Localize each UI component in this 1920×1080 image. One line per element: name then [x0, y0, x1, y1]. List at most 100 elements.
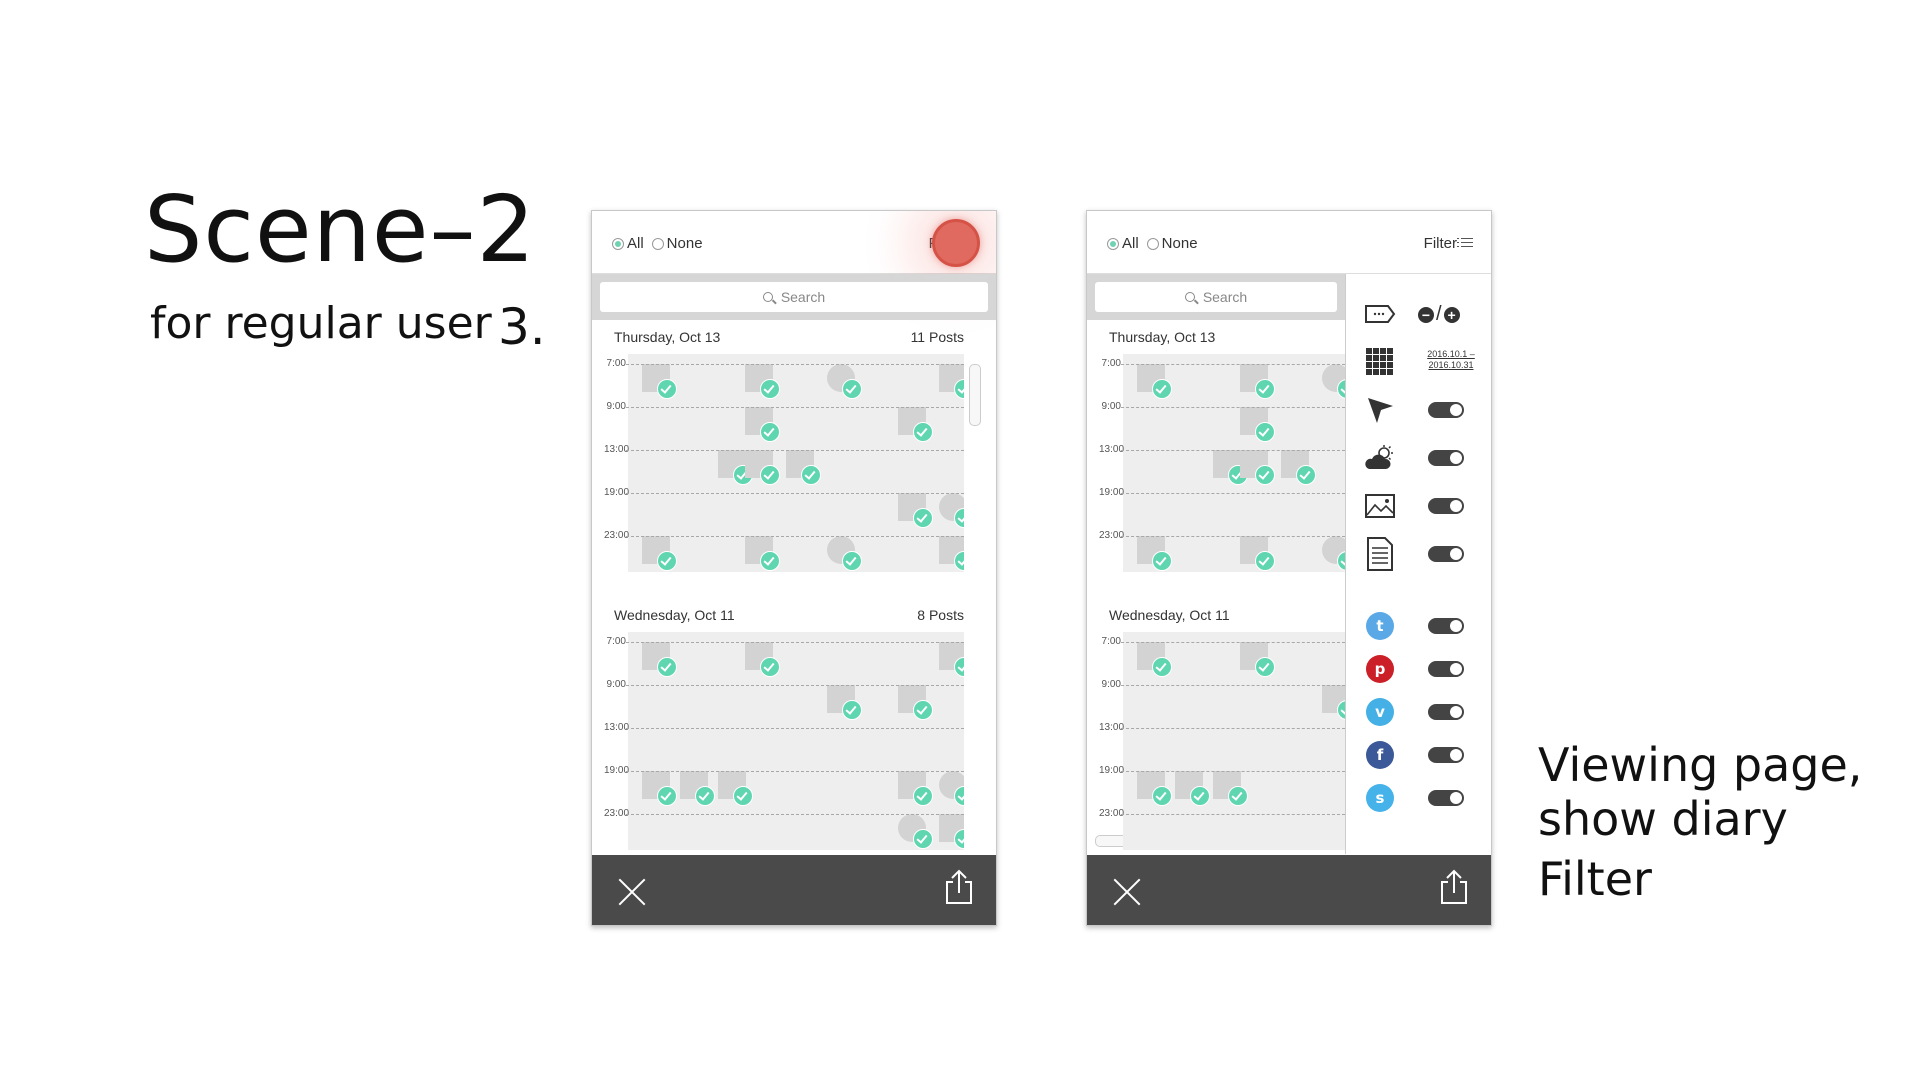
check-icon: [801, 465, 821, 485]
search-input[interactable]: Search: [600, 282, 988, 312]
search-bar-area: Search: [592, 274, 996, 320]
hour-gridline: [1121, 450, 1345, 451]
pinterest-icon: p: [1366, 655, 1394, 683]
hour-label: 9:00: [606, 679, 626, 690]
skype-toggle[interactable]: [1428, 790, 1464, 806]
facebook-toggle[interactable]: [1428, 747, 1464, 763]
vertical-scrollbar[interactable]: [969, 364, 981, 426]
filter-panel: − / + 2016.10.1 – 2016.10.31 t p v f s: [1345, 274, 1491, 854]
caption-line-2: show diary: [1538, 792, 1788, 846]
hour-label: 13:00: [604, 444, 630, 455]
caption-line-1: Viewing page,: [1538, 738, 1863, 792]
filter-button[interactable]: Filter: [1424, 235, 1457, 252]
scene-subtitle: for regular user: [150, 298, 492, 349]
top-bar: All None Filter: [592, 211, 996, 274]
close-icon[interactable]: [616, 877, 646, 907]
hour-label: 19:00: [1099, 765, 1125, 776]
plus-icon[interactable]: +: [1443, 306, 1460, 323]
location-toggle[interactable]: [1428, 402, 1464, 418]
radio-all[interactable]: [1107, 237, 1119, 250]
selection-radio-group: All None: [612, 235, 711, 252]
weather-icon: [1364, 443, 1396, 473]
hour-gridline: [1121, 728, 1345, 729]
document-toggle[interactable]: [1428, 546, 1464, 562]
hour-gridline: [1121, 536, 1345, 537]
check-icon: [1337, 379, 1345, 399]
check-icon: [760, 657, 780, 677]
hour-gridline: [626, 407, 964, 408]
check-icon: [913, 700, 933, 720]
check-icon: [913, 508, 933, 528]
check-icon: [1228, 786, 1248, 806]
hour-gridline: [1121, 407, 1345, 408]
hour-label: 7:00: [606, 358, 626, 369]
pinterest-toggle[interactable]: [1428, 661, 1464, 677]
close-icon[interactable]: [1111, 877, 1141, 907]
check-icon: [760, 379, 780, 399]
minus-plus-separator: /: [1436, 303, 1442, 325]
hour-gridline: [626, 450, 964, 451]
check-icon: [842, 551, 862, 571]
check-icon: [954, 508, 964, 528]
check-icon: [913, 786, 933, 806]
check-icon: [760, 422, 780, 442]
weather-toggle[interactable]: [1428, 450, 1464, 466]
search-input[interactable]: Search: [1095, 282, 1337, 312]
twitter-toggle[interactable]: [1428, 618, 1464, 634]
minus-icon[interactable]: −: [1418, 306, 1434, 323]
filter-row-weather: [1346, 440, 1491, 476]
hour-label: 19:00: [604, 765, 630, 776]
image-icon: [1364, 491, 1396, 521]
radio-none[interactable]: [651, 237, 664, 250]
search-placeholder: Search: [1202, 289, 1248, 305]
share-icon[interactable]: [1439, 869, 1469, 905]
check-icon: [657, 657, 677, 677]
check-icon: [954, 379, 964, 399]
filter-row-document: [1346, 536, 1491, 572]
share-icon[interactable]: [944, 869, 974, 905]
day-timeline-grid: [628, 354, 964, 572]
image-toggle[interactable]: [1428, 498, 1464, 514]
vimeo-toggle[interactable]: [1428, 704, 1464, 720]
filter-list-icon[interactable]: [1457, 236, 1473, 248]
hour-gridline: [1121, 493, 1345, 494]
day-post-count: 11 Posts: [910, 329, 964, 345]
hour-gridline: [626, 536, 964, 537]
filter-row-date: 2016.10.1 – 2016.10.31: [1346, 344, 1491, 380]
radio-all[interactable]: [612, 237, 624, 250]
vimeo-icon: v: [1366, 698, 1394, 726]
radio-none[interactable]: [1146, 237, 1159, 250]
day-header: Wednesday, Oct 11: [1109, 607, 1329, 623]
tag-minus-plus-control[interactable]: − / +: [1418, 303, 1460, 326]
phone-screen-diary: All None Filter Search Thursday, Oct 13 1…: [591, 210, 997, 926]
date-range-link[interactable]: 2016.10.1 – 2016.10.31: [1416, 349, 1486, 371]
hour-gridline: [626, 728, 964, 729]
hour-gridline: [626, 642, 964, 643]
check-icon: [1255, 551, 1275, 571]
check-icon: [954, 786, 964, 806]
hour-label: 7:00: [606, 636, 626, 647]
phone-screen-filter: All None Filter Search − / + 2016.10.1 –…: [1086, 210, 1492, 926]
check-icon: [842, 379, 862, 399]
hour-gridline: [626, 493, 964, 494]
hour-label: 23:00: [1099, 808, 1125, 819]
filter-row-social: v: [1346, 694, 1491, 730]
day-header: Thursday, Oct 13 11 Posts: [614, 329, 964, 345]
day-date: Wednesday, Oct 11: [1109, 607, 1230, 623]
hour-label: 23:00: [1099, 530, 1125, 541]
scene-title: Scene–2: [144, 176, 537, 283]
check-icon: [913, 829, 933, 849]
bottom-toolbar: [1087, 855, 1491, 925]
calendar-grid-icon: [1364, 347, 1396, 377]
location-arrow-icon: [1364, 395, 1396, 425]
day-header: Thursday, Oct 13: [1109, 329, 1329, 345]
day-timeline-grid: [1123, 632, 1345, 850]
filter-row-social: f: [1346, 737, 1491, 773]
day-timeline-grid: [1123, 354, 1345, 572]
hour-label: 7:00: [1101, 358, 1121, 369]
hour-gridline: [1121, 814, 1345, 815]
search-bar-area: Search: [1087, 274, 1345, 320]
check-icon: [1152, 551, 1172, 571]
twitter-icon: t: [1366, 612, 1394, 640]
check-icon: [1190, 786, 1210, 806]
